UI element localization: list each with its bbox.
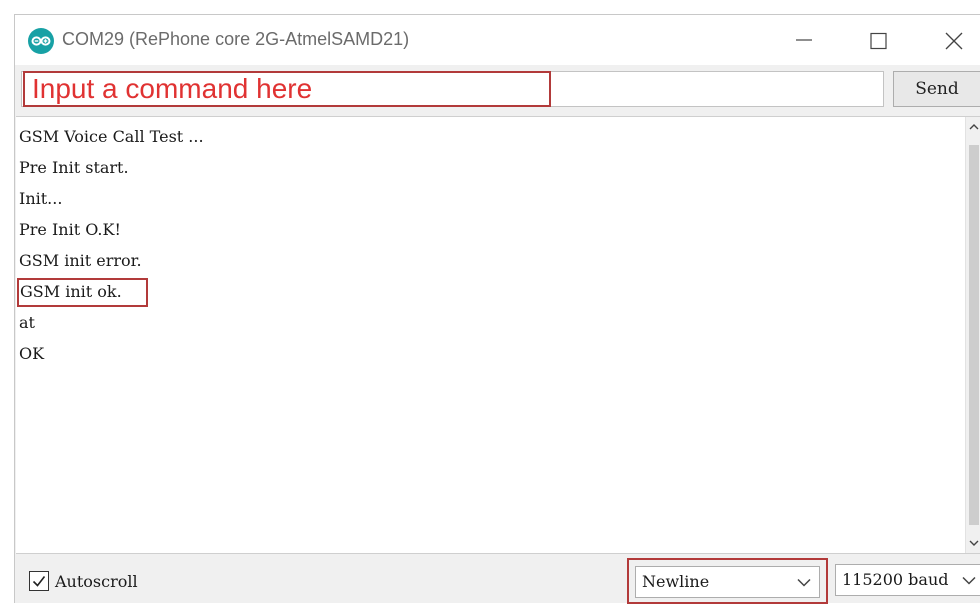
output-line: Init... bbox=[19, 189, 63, 208]
scrollbar-thumb[interactable] bbox=[969, 145, 979, 525]
minimize-button[interactable] bbox=[781, 23, 827, 57]
output-line: at bbox=[19, 313, 35, 332]
line-ending-annotation: Newline bbox=[627, 558, 828, 604]
output-line: GSM init error. bbox=[19, 251, 142, 270]
command-placeholder-annotation[interactable]: Input a command here bbox=[23, 71, 551, 107]
send-button[interactable]: Send bbox=[893, 71, 980, 107]
line-ending-value: Newline bbox=[642, 572, 710, 591]
minimize-icon bbox=[796, 39, 812, 41]
output-line-highlighted: GSM init ok. bbox=[17, 278, 148, 307]
close-icon bbox=[945, 32, 963, 50]
title-bar: COM29 (RePhone core 2G-AtmelSAMD21) bbox=[15, 15, 980, 65]
output-line: Pre Init start. bbox=[19, 158, 129, 177]
window-title: COM29 (RePhone core 2G-AtmelSAMD21) bbox=[62, 29, 410, 49]
scroll-up-icon[interactable] bbox=[969, 123, 979, 131]
baud-rate-select[interactable]: 115200 baud bbox=[835, 564, 980, 596]
chevron-down-icon bbox=[962, 576, 976, 585]
autoscroll-checkbox[interactable] bbox=[29, 571, 49, 591]
close-button[interactable] bbox=[931, 23, 977, 57]
baud-rate-value: 115200 baud bbox=[842, 570, 949, 589]
vertical-scrollbar[interactable] bbox=[965, 117, 980, 553]
output-lines: GSM Voice Call Test ... Pre Init start. … bbox=[17, 123, 204, 371]
serial-monitor-window: COM29 (RePhone core 2G-AtmelSAMD21) Inpu… bbox=[14, 14, 980, 604]
output-line: OK bbox=[19, 344, 45, 363]
maximize-icon bbox=[870, 32, 887, 50]
checkmark-icon bbox=[32, 576, 46, 587]
scroll-down-icon[interactable] bbox=[969, 539, 979, 547]
line-ending-select[interactable]: Newline bbox=[635, 566, 820, 598]
serial-output[interactable]: GSM Voice Call Test ... Pre Init start. … bbox=[16, 116, 980, 554]
autoscroll-label: Autoscroll bbox=[55, 572, 138, 591]
chevron-down-icon bbox=[797, 578, 811, 587]
output-line: Pre Init O.K! bbox=[19, 220, 121, 239]
arduino-icon bbox=[28, 28, 54, 54]
maximize-button[interactable] bbox=[855, 23, 901, 57]
output-line: GSM Voice Call Test ... bbox=[19, 127, 204, 146]
